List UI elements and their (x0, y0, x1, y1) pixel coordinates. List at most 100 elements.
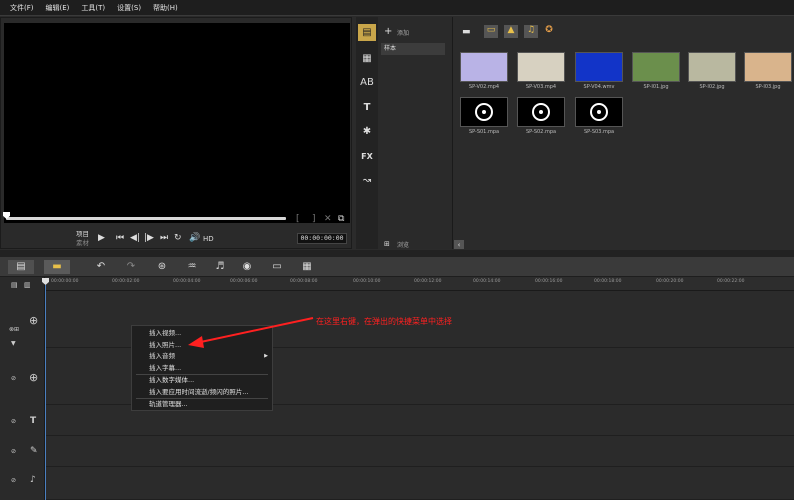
instant-project-icon[interactable]: ▦ (358, 50, 376, 67)
menu-bar: 文件(F) 编辑(E) 工具(T) 设置(S) 帮助(H) (0, 0, 794, 16)
fx-icon[interactable]: FX (358, 148, 376, 165)
audio-thumbnail (575, 97, 623, 127)
folder-icon[interactable]: ▬ (462, 27, 471, 37)
music-track[interactable] (46, 468, 794, 500)
subtitle-editor-icon[interactable]: ▭ (270, 260, 284, 274)
voice-track[interactable] (46, 437, 794, 467)
track-toggle-icon[interactable]: ⊘ (11, 418, 16, 425)
menu-insert-subtitle[interactable]: 插入字幕... (132, 363, 272, 375)
chevron-down-icon[interactable]: ▼ (11, 340, 16, 347)
mark-out-icon[interactable]: ] (312, 214, 316, 224)
ruler-tick: 00:00:22:00 (717, 279, 745, 284)
prev-frame-icon[interactable]: ◀| (130, 233, 140, 243)
mode-clip[interactable]: 素材 (76, 238, 89, 248)
ruler-tick: 00:00:10:00 (353, 279, 381, 284)
menu-insert-timelapse-photo[interactable]: 插入要应用时间流逝/频闪的照片... (132, 387, 272, 399)
show-photo-icon[interactable]: ▲ (504, 25, 518, 38)
hd-button[interactable]: HD (203, 234, 214, 244)
audio-mixer-icon[interactable]: ♒ (185, 260, 199, 274)
photo-thumbnail (744, 52, 792, 82)
play-icon[interactable]: ▶ (98, 233, 105, 243)
next-frame-icon[interactable]: |▶ (144, 233, 154, 243)
add-folder-button[interactable]: 添加 (397, 29, 409, 39)
ruler-tick: 00:00:16:00 (535, 279, 563, 284)
thumbnail-item[interactable]: SP-V04.wmv (573, 52, 625, 92)
show-audio-icon[interactable]: ♫ (524, 25, 538, 38)
volume-icon[interactable]: 🔊 (189, 233, 200, 243)
browse-icon[interactable]: ⊞ (384, 239, 390, 249)
menu-settings[interactable]: 设置(S) (117, 3, 141, 13)
show-all-tracks-icon[interactable]: ▤ (11, 280, 18, 290)
track-toggle-icon[interactable]: ⊘ (11, 448, 16, 455)
library-tabs: ▤ ▦ AB T ✱ FX ↝ (356, 17, 378, 249)
folder-item-sample[interactable]: 样本 (381, 43, 445, 55)
thumbnail-caption: SP-I03.jpg (755, 84, 781, 90)
track-toggle-icon[interactable]: ⊘ (11, 477, 16, 484)
track-toggle-icon[interactable]: ⊘ (11, 375, 16, 382)
menu-edit[interactable]: 编辑(E) (46, 3, 70, 13)
record-icon[interactable]: ⊛ (155, 260, 169, 274)
disc-icon (475, 103, 493, 121)
thumbnail-caption: SP-S03.mpa (583, 129, 615, 135)
repeat-icon[interactable]: ↻ (174, 233, 182, 243)
thumbnail-item[interactable]: SP-S02.mpa (515, 97, 567, 137)
import-icon[interactable]: ✪ (542, 25, 556, 38)
mark-in-icon[interactable]: [ (296, 214, 300, 224)
annotation-arrow (188, 317, 314, 348)
thumbnail-item[interactable]: SP-I02.jpg (686, 52, 738, 92)
ruler-tick: 00:00:08:00 (290, 279, 318, 284)
menu-file[interactable]: 文件(F) (10, 3, 34, 13)
auto-music-icon[interactable]: ♬ (213, 260, 227, 274)
ruler-tick: 00:00:20:00 (656, 279, 684, 284)
thumbnail-caption: SP-S01.mpa (468, 129, 500, 135)
transition-icon[interactable]: AB (358, 74, 376, 91)
thumbnail-item[interactable]: SP-I03.jpg (742, 52, 794, 92)
ruler-tick: 00:00:06:00 (230, 279, 258, 284)
add-icon[interactable]: + (384, 27, 392, 37)
home-icon[interactable]: ⏮ (116, 233, 124, 243)
menu-insert-digital-media[interactable]: 插入数字媒体... (132, 375, 272, 387)
thumbnail-item[interactable]: SP-S03.mpa (573, 97, 625, 137)
thumbnail-item[interactable]: SP-V03.mp4 (515, 52, 567, 92)
track-toggle-icon[interactable]: ⊗⊞ (9, 326, 19, 333)
audio-thumbnail (460, 97, 508, 127)
media-icon[interactable]: ▤ (358, 24, 376, 41)
thumbnail-caption: SP-S02.mpa (525, 129, 557, 135)
title-icon[interactable]: T (358, 99, 376, 116)
graphic-icon[interactable]: ✱ (358, 123, 376, 140)
menu-tools[interactable]: 工具(T) (81, 3, 105, 13)
path-icon[interactable]: ↝ (358, 172, 376, 189)
ruler-tick: 00:00:02:00 (112, 279, 140, 284)
video-thumbnail (575, 52, 623, 82)
photo-thumbnail (632, 52, 680, 82)
menu-help[interactable]: 帮助(H) (153, 3, 178, 13)
thumbnail-item[interactable]: SP-V02.mp4 (458, 52, 510, 92)
undo-icon[interactable]: ↶ (94, 260, 108, 274)
scrub-bar[interactable] (6, 217, 286, 220)
preview-screen (4, 23, 350, 223)
collapse-icon[interactable]: ‹ (454, 240, 464, 249)
thumbnail-item[interactable]: SP-S01.mpa (458, 97, 510, 137)
motion-track-icon[interactable]: ◉ (240, 260, 254, 274)
thumbnail-item[interactable]: SP-I01.jpg (630, 52, 682, 92)
panel-divider[interactable] (0, 250, 794, 257)
timeline-view-icon[interactable]: ▬ (44, 260, 70, 274)
photo-thumbnail (688, 52, 736, 82)
menu-track-manager[interactable]: 轨道管理器... (132, 399, 272, 411)
audio-thumbnail (517, 97, 565, 127)
timeline-toolbar: ▤ ▬ ↶ ↷ ⊛ ♒ ♬ ◉ ▭ ▦ (0, 257, 794, 277)
redo-icon[interactable]: ↷ (124, 260, 138, 274)
video-thumbnail (460, 52, 508, 82)
ruler-tick: 00:00:18:00 (594, 279, 622, 284)
timeline-ruler[interactable]: 00:00:00:00 00:00:02:00 00:00:04:00 00:0… (45, 277, 794, 291)
enlarge-icon[interactable]: ⧉ (338, 214, 344, 224)
multi-cam-icon[interactable]: ▦ (300, 260, 314, 274)
end-icon[interactable]: ⏭ (160, 233, 168, 243)
cut-icon[interactable]: ✕ (324, 214, 332, 224)
timecode-field[interactable]: 00:00:00:00 (297, 233, 347, 244)
storyboard-view-icon[interactable]: ▤ (8, 260, 34, 274)
show-video-icon[interactable]: ▭ (484, 25, 498, 38)
music-track-icon: ♪ (30, 475, 36, 485)
playhead-line[interactable] (45, 285, 46, 500)
track-manager-icon[interactable]: ▥ (24, 280, 31, 290)
